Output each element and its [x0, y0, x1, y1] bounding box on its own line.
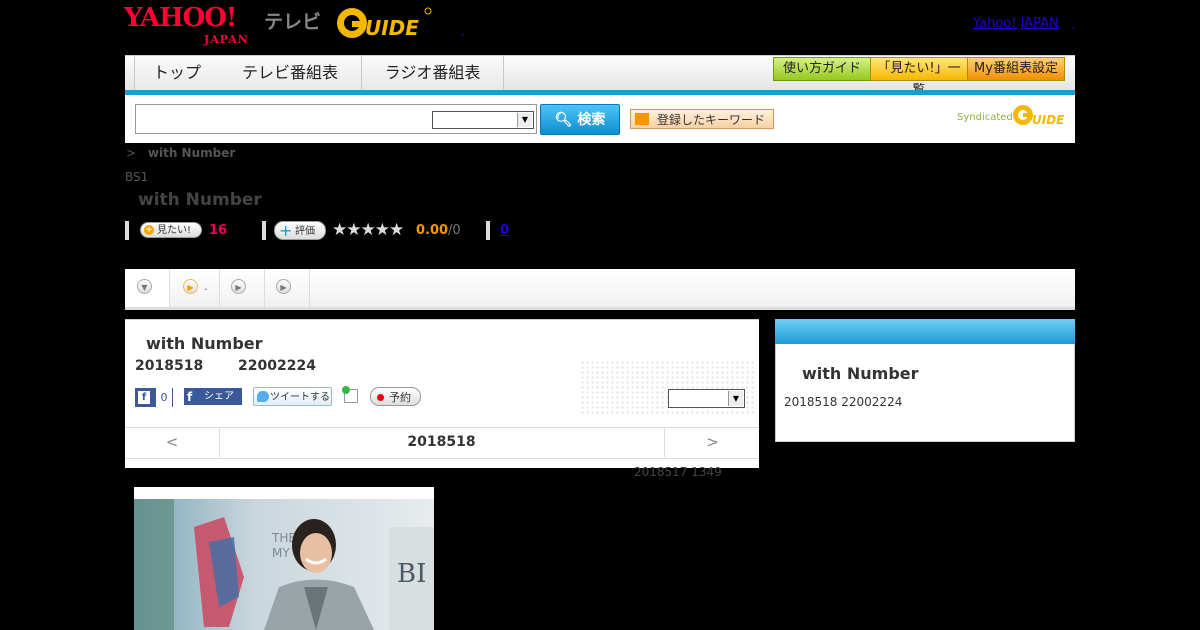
reserve-label: 予約 [389, 391, 411, 404]
gguide-small-icon: UIDE [1013, 105, 1065, 127]
sub-tab-3[interactable]: ▶ [220, 269, 265, 307]
sub-tab-2-label: . [204, 280, 208, 293]
rate-button[interactable]: + 評価 [274, 221, 326, 240]
broadcast-time: 22002224 [238, 358, 316, 374]
sub-tab-strip: ▼ ▶ . ▶ ▶ [125, 269, 1075, 310]
program-photo: BI THE MY [134, 487, 434, 630]
side-panel-datetime: 2018518 22002224 [784, 395, 903, 409]
pager-current-date: 2018518 [407, 434, 476, 450]
dropdown-arrow-icon [635, 113, 649, 125]
side-panel-title: with Number [802, 364, 919, 383]
divider [262, 221, 266, 240]
divider [486, 221, 490, 240]
syndicated-label: Syndicated [957, 112, 1013, 123]
nav-tab-top[interactable]: トップ [134, 56, 220, 90]
facebook-icon: f [187, 390, 193, 404]
sub-tab-1[interactable]: ▼ [125, 269, 170, 307]
svg-text:BI: BI [397, 559, 426, 589]
facebook-like-count: 0 [156, 388, 172, 407]
usage-guide-button[interactable]: 使い方ガイド [773, 57, 871, 81]
tweet-button[interactable]: ツイートする [253, 387, 332, 406]
twitter-bird-icon [257, 391, 269, 402]
breadcrumb-separator: > [126, 146, 137, 160]
syndicated-gguide-logo: UIDE [1012, 103, 1068, 131]
mitai-button[interactable]: + 見たい! [140, 222, 202, 238]
svg-text:UIDE: UIDE [1032, 113, 1065, 127]
review-count-link[interactable]: 0 [500, 223, 509, 238]
chevron-down-icon: ▼ [728, 391, 743, 406]
sub-tab-4[interactable]: ▶ [265, 269, 310, 307]
svg-text:MY: MY [272, 546, 290, 560]
program-photo-image: BI THE MY [134, 487, 434, 630]
add-calendar-icon[interactable] [342, 386, 358, 403]
play-icon: ▶ [183, 279, 198, 294]
facebook-share-label: シェア [204, 391, 234, 402]
sub-tab-2[interactable]: ▶ . [170, 269, 220, 307]
search-icon: 🔍︎ [554, 112, 573, 128]
gguide-logo-icon: UIDE [337, 7, 432, 40]
registered-keyword-button[interactable]: 登録したキーワード [630, 109, 774, 129]
play-icon: ▶ [231, 279, 246, 294]
breadcrumb: > with Number [126, 146, 235, 160]
yahoo-logo[interactable]: YAHOO! JAPAN [124, 5, 248, 46]
yahoo-logo-japan: JAPAN [204, 33, 249, 46]
search-button-label: 検索 [577, 112, 606, 128]
chevron-down-icon: ▼ [137, 279, 152, 294]
facebook-share-button[interactable]: f シェア [184, 388, 242, 405]
facebook-like-button[interactable]: f 0 [135, 388, 173, 407]
divider [125, 221, 129, 240]
mitai-list-button[interactable]: 「見たい!」一覧 [870, 57, 968, 98]
next-date-button[interactable]: > [664, 427, 760, 457]
header-separator: , [461, 24, 465, 38]
my-schedule-settings-button[interactable]: My番組表設定 [967, 57, 1065, 81]
chevron-down-icon: ▼ [517, 113, 532, 127]
tv-logo[interactable]: テレビ [264, 7, 321, 34]
play-icon: ▶ [276, 279, 291, 294]
search-category-select[interactable]: ▼ [432, 111, 534, 129]
breadcrumb-current: with Number [147, 146, 236, 160]
plus-icon: + [279, 221, 293, 240]
last-updated: 2018517 1349 [634, 465, 722, 479]
gguide-logo[interactable]: UIDE [335, 5, 433, 41]
rating-count: /0 [448, 223, 461, 238]
mitai-button-label: 見たい! [157, 225, 192, 236]
svg-text:UIDE: UIDE [365, 16, 419, 40]
facebook-icon: f [138, 391, 150, 404]
channel-name[interactable]: BS1 [125, 170, 148, 184]
detail-select[interactable]: ▼ [668, 389, 745, 408]
keyword-button-label: 登録したキーワード [657, 113, 766, 127]
record-dot-icon [377, 394, 384, 401]
page-title: with Number [138, 190, 262, 210]
mitai-count: 16 [209, 223, 228, 238]
search-button[interactable]: 🔍︎ 検索 [540, 104, 620, 135]
nav-tab-radio-schedule[interactable]: ラジオ番組表 [362, 56, 504, 90]
header-separator-2: . [1071, 18, 1075, 32]
tweet-label: ツイートする [270, 392, 330, 403]
star-rating-icon: ★★★★★ [332, 220, 404, 240]
plus-icon: + [144, 225, 154, 235]
program-title: with Number [146, 334, 263, 353]
rate-button-label: 評価 [295, 226, 315, 237]
rating-value: 0.00 [416, 223, 449, 238]
yahoo-japan-link[interactable]: Yahoo! JAPAN [973, 16, 1059, 31]
prev-date-button[interactable]: < [125, 427, 220, 457]
reserve-button[interactable]: 予約 [370, 387, 421, 406]
broadcast-date: 2018518 [135, 358, 204, 374]
nav-tab-tv-schedule[interactable]: テレビ番組表 [219, 56, 362, 90]
side-panel-header [775, 319, 1075, 344]
